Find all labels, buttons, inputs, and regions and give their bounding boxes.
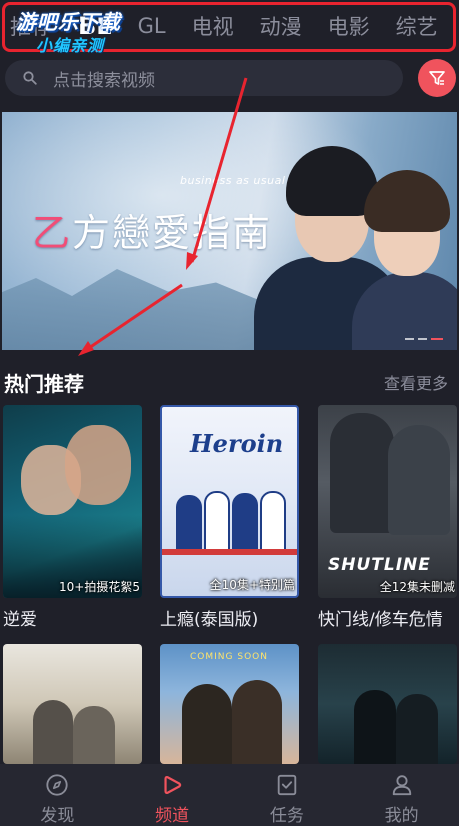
app-screen: 推荐 BL GL 电视 动漫 电影 综艺 游吧乐下载 小编亲测 点击搜索视频 b…: [0, 0, 459, 826]
video-card[interactable]: [318, 644, 457, 764]
video-card[interactable]: COMING SOON: [160, 644, 299, 764]
episode-badge: 10+拍摄花絮5: [59, 580, 140, 594]
banner-title-first: 乙: [32, 211, 73, 255]
poster-figure: [396, 694, 438, 764]
video-title[interactable]: 上瘾(泰国版): [160, 605, 299, 630]
tab-variety[interactable]: 综艺: [383, 11, 451, 41]
banner-subtitle: business as usual: [180, 174, 286, 187]
poster-logo: Heroin: [190, 429, 284, 458]
poster-figure: [182, 684, 232, 764]
banner-dot[interactable]: [405, 338, 414, 340]
tab-movie[interactable]: 电影: [315, 11, 383, 41]
tab-anime[interactable]: 动漫: [247, 11, 315, 41]
nav-label: 任务: [269, 806, 304, 826]
compass-icon: [46, 774, 68, 796]
filter-icon: [429, 71, 445, 85]
user-icon: [392, 775, 411, 796]
poster-figure: [260, 491, 286, 555]
video-card[interactable]: 10+拍摄花絮5 逆爱: [3, 405, 142, 630]
video-poster[interactable]: SHUTLINE 全12集未删减: [318, 405, 457, 598]
nav-label: 我的: [384, 806, 419, 826]
banner-pagination: [405, 338, 443, 340]
episode-badge: 全12集未删减: [379, 580, 455, 594]
poster-figure: [330, 413, 394, 533]
video-card[interactable]: Heroin 全10集+特别篇 上瘾(泰国版): [160, 405, 299, 630]
video-poster[interactable]: 10+拍摄花絮5: [3, 405, 142, 598]
video-card[interactable]: [3, 644, 142, 764]
video-poster[interactable]: COMING SOON: [160, 644, 299, 764]
poster-figure: [176, 495, 202, 555]
video-title[interactable]: 快门线/修车危情: [318, 605, 457, 630]
banner-title: 乙方戀愛指南: [32, 202, 272, 257]
play-icon: [164, 775, 182, 795]
poster-figure: [388, 425, 450, 535]
search-icon: [23, 71, 37, 85]
video-title[interactable]: 逆爱: [3, 605, 142, 630]
poster-figure: [232, 493, 258, 555]
poster-figure: [232, 680, 282, 764]
search-placeholder: 点击搜索视频: [53, 70, 155, 91]
filter-button[interactable]: [418, 59, 456, 97]
tab-gl[interactable]: GL: [125, 14, 179, 38]
poster-figure: [73, 706, 115, 764]
nav-profile[interactable]: 我的: [344, 764, 459, 826]
watermark-title: 游吧乐下载: [16, 10, 121, 34]
section-title: 热门推荐: [4, 372, 84, 396]
video-card[interactable]: SHUTLINE 全12集未删减 快门线/修车危情: [318, 405, 457, 630]
poster-figure: [354, 690, 396, 764]
poster-stripe: [162, 549, 297, 555]
nav-discover[interactable]: 发现: [0, 764, 115, 826]
nav-label: 发现: [40, 806, 75, 826]
video-poster[interactable]: [3, 644, 142, 764]
task-icon: [277, 774, 297, 796]
poster-logo: SHUTLINE: [328, 555, 431, 575]
tab-tv[interactable]: 电视: [179, 11, 247, 41]
poster-figure: [65, 425, 131, 505]
see-more-link[interactable]: 查看更多: [384, 370, 448, 394]
poster-figure: [33, 700, 73, 764]
banner-title-rest: 方戀愛指南: [72, 211, 273, 255]
banner-dot-active[interactable]: [431, 338, 443, 340]
video-poster[interactable]: [318, 644, 457, 764]
episode-badge: 全10集+特别篇: [209, 578, 295, 592]
video-poster[interactable]: Heroin 全10集+特别篇: [160, 405, 299, 598]
nav-task[interactable]: 任务: [230, 764, 345, 826]
poster-coming-soon: COMING SOON: [190, 652, 268, 662]
banner-dot[interactable]: [418, 338, 427, 340]
watermark-subtitle: 小编亲测: [36, 36, 105, 55]
search-bar[interactable]: 点击搜索视频: [5, 60, 403, 96]
nav-label: 频道: [155, 806, 190, 826]
bottom-navigation: 发现 频道 任务 我的: [0, 764, 459, 826]
poster-figure: [204, 491, 230, 555]
featured-banner[interactable]: business as usual 乙方戀愛指南: [2, 112, 457, 350]
nav-channel[interactable]: 频道: [115, 764, 230, 826]
